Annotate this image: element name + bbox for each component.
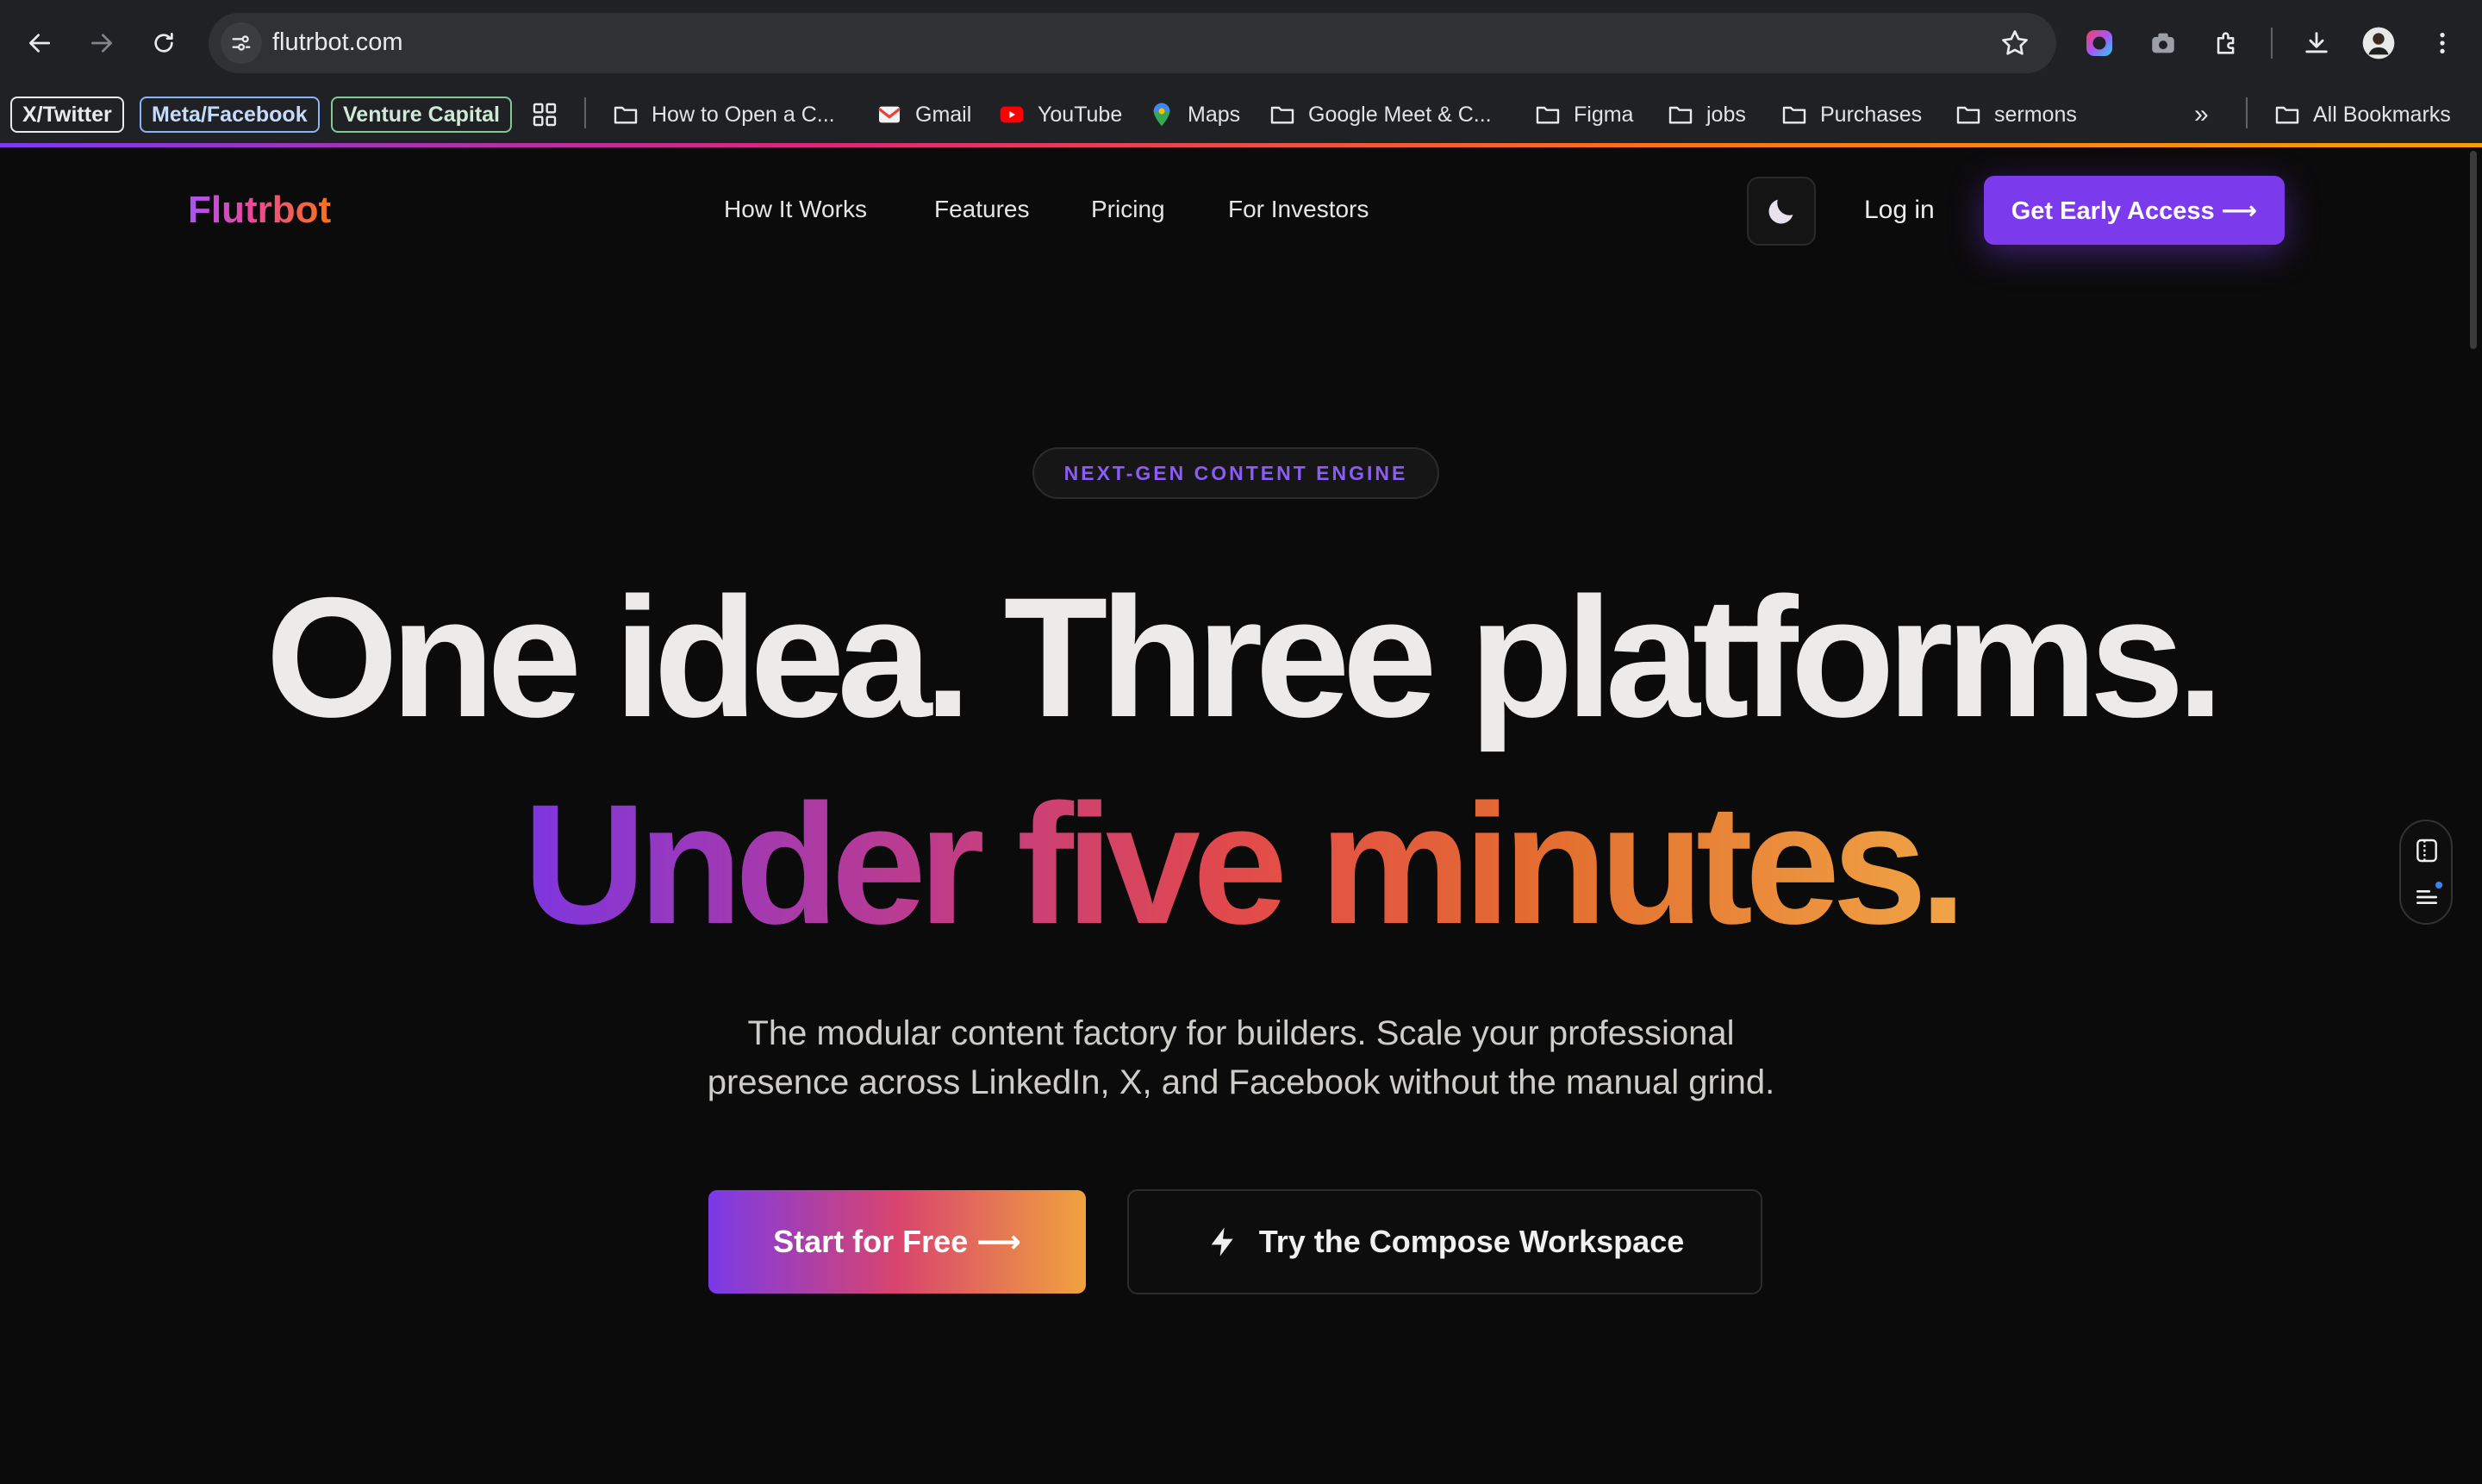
bookmark-maps[interactable]: Maps bbox=[1148, 97, 1240, 133]
start-for-free-button[interactable]: Start for Free ⟶ bbox=[708, 1190, 1086, 1294]
bookmark-folder-sermons[interactable]: sermons bbox=[1955, 97, 2077, 133]
site-settings-button[interactable] bbox=[221, 22, 262, 64]
nav-features[interactable]: Features bbox=[934, 196, 1030, 223]
bookmark-label: jobs bbox=[1706, 102, 1746, 127]
nav-how-it-works[interactable]: How It Works bbox=[724, 196, 867, 223]
bookmark-label: Figma bbox=[1574, 102, 1634, 127]
folder-icon bbox=[1782, 106, 1806, 124]
hero-headline-line1: One idea. Three platforms. bbox=[265, 562, 2224, 752]
forward-button[interactable] bbox=[79, 21, 124, 65]
bookmarks-overflow-button[interactable]: » bbox=[2194, 97, 2209, 133]
color-extension-icon[interactable] bbox=[2080, 24, 2118, 62]
maps-icon bbox=[1153, 103, 1170, 127]
toolbar-divider bbox=[2271, 28, 2273, 59]
nav-pricing[interactable]: Pricing bbox=[1091, 196, 1165, 223]
moon-icon bbox=[1768, 199, 1793, 224]
back-button[interactable] bbox=[17, 21, 62, 65]
landing-page: Flutrbot How It Works Features Pricing F… bbox=[0, 147, 2482, 1484]
bookmark-folder-google-meet[interactable]: Google Meet & C... bbox=[1269, 97, 1492, 133]
hero-subheadline-line2: presence across LinkedIn, X, and Faceboo… bbox=[707, 1063, 1775, 1101]
sidebar-panel-icon[interactable] bbox=[2413, 837, 2441, 864]
bookmark-chip-meta-facebook[interactable]: Meta/Facebook bbox=[140, 97, 320, 133]
bookmarks-bar: X/Twitter Meta/Facebook Venture Capital bbox=[0, 86, 2482, 145]
bookmark-label: Google Meet & C... bbox=[1308, 102, 1492, 127]
bookmark-folder-how-to-open[interactable]: How to Open a C... bbox=[612, 97, 835, 133]
gmail-icon bbox=[878, 106, 901, 123]
arrow-right-icon bbox=[91, 34, 112, 53]
bookmark-youtube[interactable]: YouTube bbox=[998, 97, 1122, 133]
menu-kebab-icon[interactable] bbox=[2423, 24, 2461, 62]
hero-badge: NEXT-GEN CONTENT ENGINE bbox=[1032, 447, 1439, 499]
bookmark-label: All Bookmarks bbox=[2313, 102, 2451, 127]
scrollbar-thumb[interactable] bbox=[2470, 151, 2477, 349]
url-text[interactable]: flutrbot.com bbox=[272, 28, 403, 57]
apps-grid-button[interactable] bbox=[531, 97, 571, 133]
bookmark-label: sermons bbox=[1994, 102, 2077, 127]
hero-headline-line2: Under five minutes. bbox=[0, 766, 2482, 962]
brand-logo[interactable]: Flutrbot bbox=[188, 189, 331, 232]
folder-icon bbox=[1270, 106, 1294, 124]
bookmark-folder-figma[interactable]: Figma bbox=[1534, 97, 1633, 133]
folder-icon bbox=[1668, 106, 1693, 124]
arrow-left-icon bbox=[29, 34, 50, 53]
extensions-icon[interactable] bbox=[2208, 24, 2246, 62]
bookmark-star-icon[interactable] bbox=[1999, 28, 2030, 59]
bookmark-label: Gmail bbox=[915, 102, 972, 127]
tune-icon bbox=[232, 35, 251, 51]
bookmark-label: Purchases bbox=[1820, 102, 1923, 127]
bookmark-folder-jobs[interactable]: jobs bbox=[1667, 97, 1746, 133]
browser-chrome: flutrbot.com X/Twitter Meta/Facebook Ven… bbox=[0, 0, 2482, 147]
bookmark-chip-venture-capital[interactable]: Venture Capital bbox=[331, 97, 512, 133]
hero-headline-gradient-text: Under five minutes. bbox=[522, 769, 1967, 959]
hero-subheadline-line1: The modular content factory for builders… bbox=[747, 1014, 1735, 1052]
profile-avatar[interactable] bbox=[2360, 24, 2398, 62]
try-compose-workspace-button[interactable]: Try the Compose Workspace bbox=[1127, 1189, 1762, 1294]
bookmark-label: Maps bbox=[1188, 102, 1241, 127]
youtube-icon bbox=[1000, 106, 1024, 123]
bookmark-folder-purchases[interactable]: Purchases bbox=[1780, 97, 1922, 133]
folder-icon bbox=[1956, 106, 1980, 124]
apps-grid-icon bbox=[533, 103, 557, 127]
camera-icon[interactable] bbox=[2144, 24, 2182, 62]
bookmarks-divider bbox=[584, 97, 586, 128]
bookmark-label: How to Open a C... bbox=[652, 102, 835, 127]
nav-for-investors[interactable]: For Investors bbox=[1228, 196, 1369, 223]
bookmark-gmail[interactable]: Gmail bbox=[876, 97, 971, 133]
download-icon[interactable] bbox=[2298, 24, 2335, 62]
address-bar[interactable]: flutrbot.com bbox=[209, 13, 2056, 73]
login-link[interactable]: Log in bbox=[1864, 196, 1935, 225]
reload-icon bbox=[154, 33, 173, 53]
folder-icon bbox=[1536, 106, 1560, 124]
notification-dot bbox=[2435, 882, 2442, 889]
get-early-access-button[interactable]: Get Early Access ⟶ bbox=[1984, 176, 2285, 245]
all-bookmarks-button[interactable]: All Bookmarks bbox=[2273, 97, 2451, 133]
theme-toggle-button[interactable] bbox=[1747, 177, 1816, 246]
lightning-bolt-icon bbox=[1211, 1227, 1233, 1256]
floating-side-widget bbox=[2399, 820, 2453, 925]
bookmark-chip-x-twitter[interactable]: X/Twitter bbox=[10, 97, 124, 133]
bookmarks-divider bbox=[2246, 97, 2248, 128]
folder-icon bbox=[614, 106, 638, 124]
browser-toolbar: flutrbot.com bbox=[0, 0, 2482, 86]
try-compose-workspace-label: Try the Compose Workspace bbox=[1258, 1224, 1685, 1259]
bookmark-label: YouTube bbox=[1038, 102, 1123, 127]
reload-button[interactable] bbox=[141, 21, 186, 65]
folder-icon bbox=[2275, 106, 2299, 124]
